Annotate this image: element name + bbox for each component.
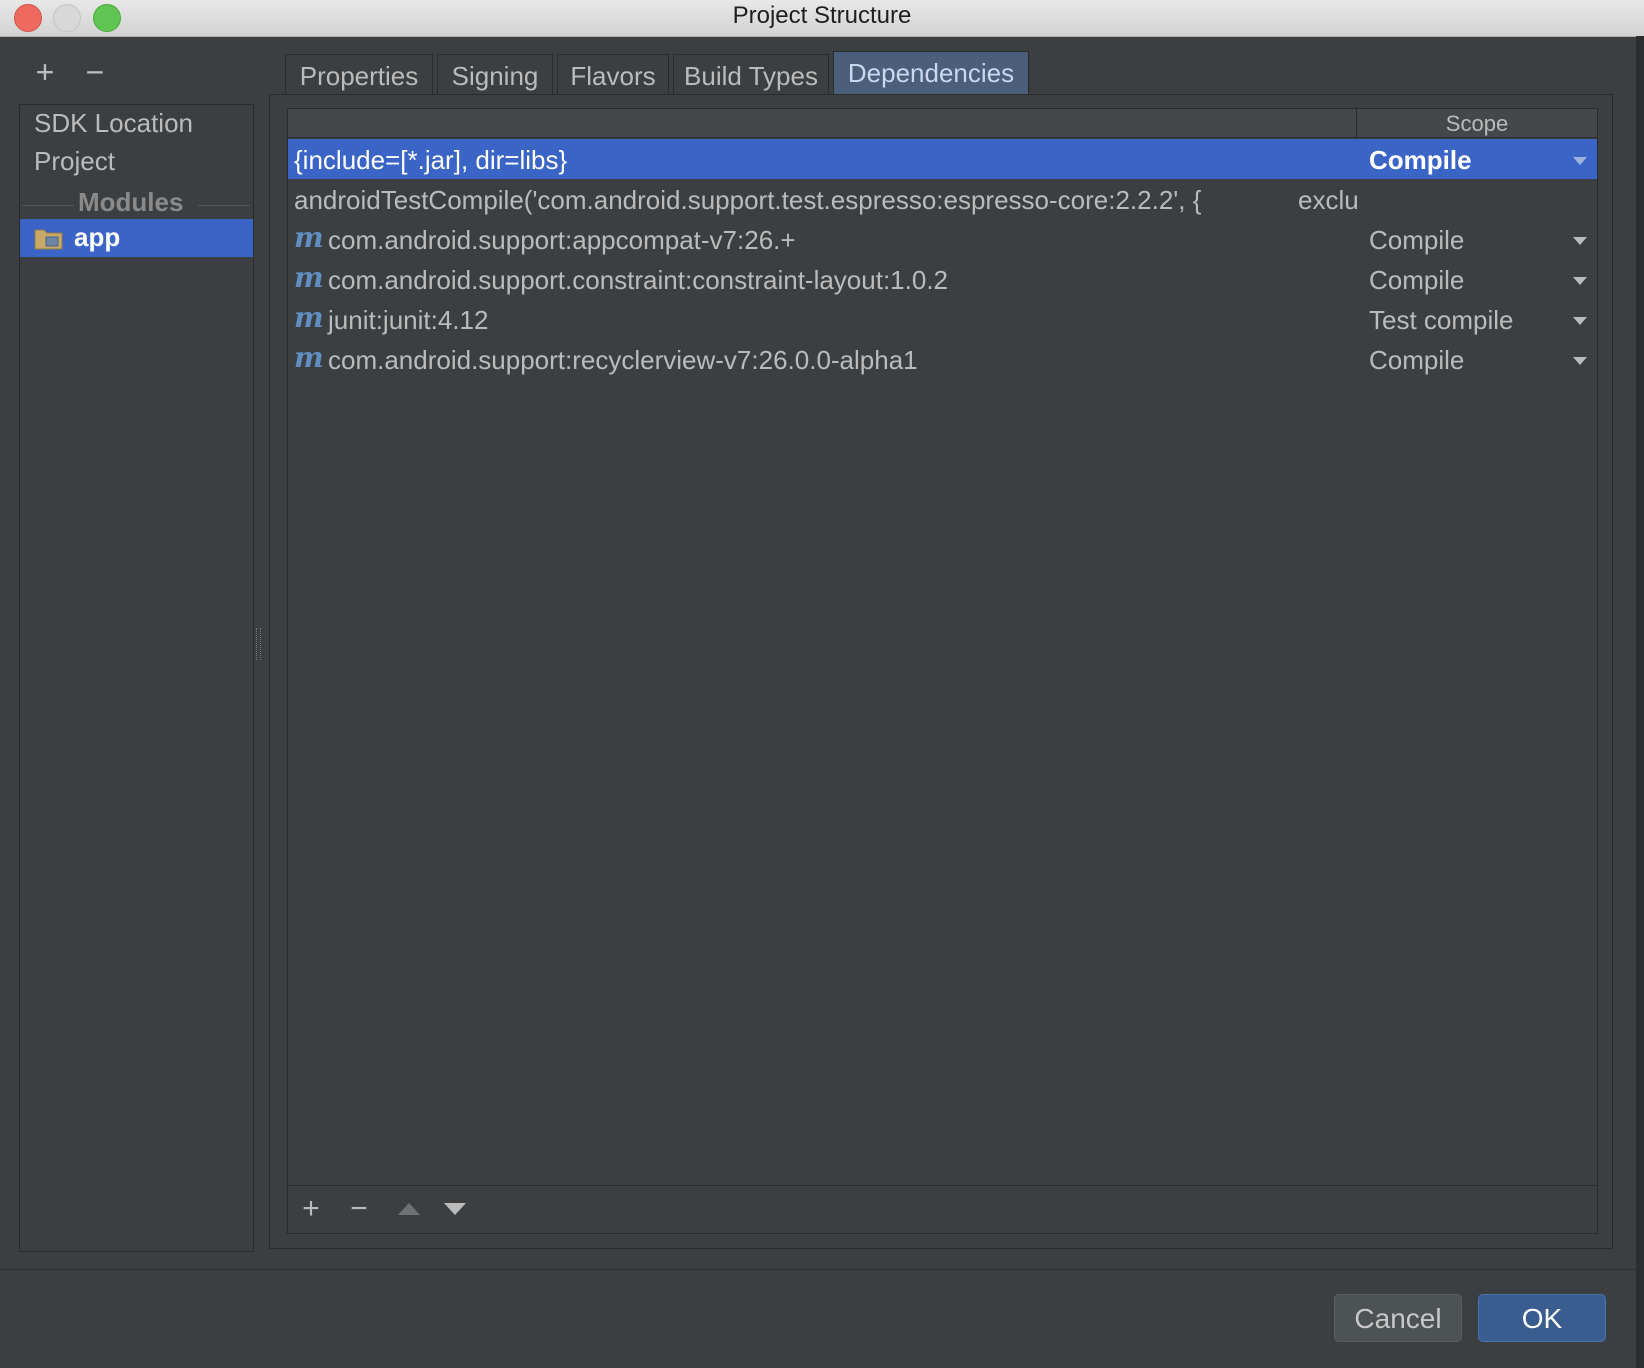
table-row[interactable]: androidTestCompile('com.android.support.…: [288, 179, 1597, 219]
dropdown-arrow-icon[interactable]: [1573, 157, 1587, 165]
divider: [0, 1269, 1644, 1270]
dependency-name: {include=[*.jar], dir=libs}: [294, 145, 568, 175]
dependency-name-overflow: exclu: [1298, 185, 1359, 215]
module-label: app: [74, 222, 121, 252]
maven-library-icon: m: [294, 341, 324, 374]
dropdown-arrow-icon[interactable]: [1573, 237, 1587, 245]
tab-build-types[interactable]: Build Types: [673, 54, 829, 94]
sidebar-item-sdk-location[interactable]: SDK Location: [34, 108, 193, 139]
column-header-scope[interactable]: Scope: [1357, 111, 1597, 137]
move-up-button[interactable]: [388, 1192, 422, 1226]
tab-signing[interactable]: Signing: [437, 54, 553, 94]
dependency-name: com.android.support:appcompat-v7:26.+: [328, 225, 796, 255]
remove-module-button[interactable]: −: [80, 56, 110, 88]
table-header: Scope: [288, 109, 1597, 138]
sidebar: SDK Location Project Modules app: [19, 104, 254, 1252]
table-row[interactable]: m com.android.support.constraint:constra…: [288, 259, 1597, 299]
tab-dependencies[interactable]: Dependencies: [833, 51, 1029, 94]
module-folder-icon: [34, 229, 63, 250]
scope-select[interactable]: Test compile: [1369, 305, 1514, 336]
dependency-name: androidTestCompile('com.android.support.…: [294, 185, 1202, 215]
dependency-name: com.android.support:recyclerview-v7:26.0…: [328, 345, 918, 375]
title-bar: Project Structure: [0, 0, 1644, 37]
tab-properties[interactable]: Properties: [285, 54, 433, 94]
table-row[interactable]: m com.android.support:recyclerview-v7:26…: [288, 339, 1597, 379]
remove-dependency-button[interactable]: −: [342, 1192, 376, 1226]
section-label: Modules: [78, 187, 184, 217]
divider: [198, 205, 250, 206]
splitter-handle[interactable]: [256, 628, 261, 660]
dropdown-arrow-icon[interactable]: [1573, 317, 1587, 325]
add-module-button[interactable]: +: [30, 56, 60, 88]
dependency-name: com.android.support.constraint:constrain…: [328, 265, 949, 295]
divider: [22, 205, 74, 206]
add-dependency-button[interactable]: +: [294, 1192, 328, 1226]
window-title: Project Structure: [732, 2, 912, 29]
scope-select[interactable]: Compile: [1369, 145, 1472, 176]
scope-select[interactable]: Compile: [1369, 345, 1464, 376]
arrow-down-icon: [444, 1203, 466, 1215]
tab-flavors[interactable]: Flavors: [557, 54, 669, 94]
arrow-up-icon: [398, 1203, 420, 1215]
table-row[interactable]: m junit:junit:4.12 Test compile: [288, 299, 1597, 339]
cancel-button[interactable]: Cancel: [1334, 1294, 1462, 1342]
dependency-name: junit:junit:4.12: [328, 305, 489, 335]
dependencies-table: Scope {include=[*.jar], dir=libs} Compil…: [287, 108, 1598, 1234]
sidebar-item-project[interactable]: Project: [34, 146, 115, 177]
table-toolbar: + −: [288, 1185, 1597, 1234]
sidebar-item-app[interactable]: app: [20, 219, 253, 257]
maven-library-icon: m: [294, 221, 324, 254]
table-row[interactable]: m com.android.support:appcompat-v7:26.+ …: [288, 219, 1597, 259]
modules-section-header: Modules: [20, 187, 253, 223]
scope-select[interactable]: Compile: [1369, 225, 1464, 256]
maven-library-icon: m: [294, 261, 324, 294]
ok-button[interactable]: OK: [1478, 1294, 1606, 1342]
maven-library-icon: m: [294, 301, 324, 334]
dropdown-arrow-icon[interactable]: [1573, 277, 1587, 285]
scope-select[interactable]: Compile: [1369, 265, 1464, 296]
dropdown-arrow-icon[interactable]: [1573, 357, 1587, 365]
table-row[interactable]: {include=[*.jar], dir=libs} Compile: [288, 139, 1597, 179]
window-edge: [1636, 36, 1644, 1368]
move-down-button[interactable]: [438, 1192, 472, 1226]
